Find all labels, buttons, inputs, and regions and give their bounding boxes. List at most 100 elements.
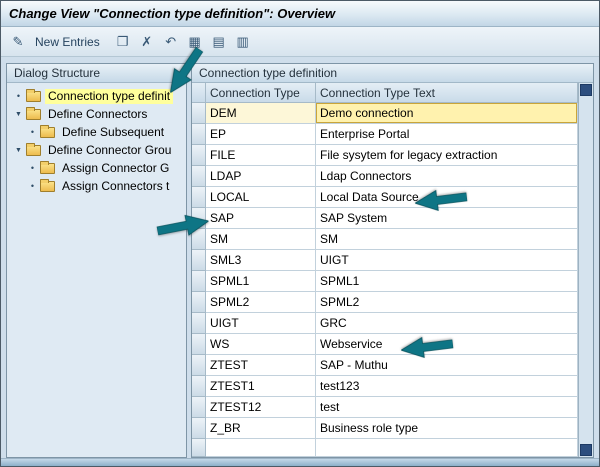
folder-icon: [26, 143, 41, 156]
dialog-structure-header: Dialog Structure: [7, 64, 186, 83]
column-header-connection-type-text[interactable]: Connection Type Text: [316, 83, 578, 103]
connection-type-text-cell[interactable]: SAP System: [316, 208, 578, 229]
connection-type-cell[interactable]: SPML1: [206, 271, 316, 292]
toolbar-icon-group: ❐ ✗ ↶ ▦ ▤ ▥: [112, 32, 254, 52]
tree-item[interactable]: ▼ Define Connector Grou: [8, 141, 185, 159]
window-title: Change View "Connection type definition"…: [9, 6, 336, 21]
connection-type-text-cell[interactable]: Webservice: [316, 334, 578, 355]
table-row: LOCAL Local Data Source: [192, 187, 578, 208]
connection-type-text-cell[interactable]: Business role type: [316, 418, 578, 439]
tree-item[interactable]: • Assign Connector G: [8, 159, 185, 177]
connection-type-text-cell[interactable]: Demo connection: [316, 103, 578, 124]
copy-as-icon[interactable]: ❐: [112, 32, 134, 52]
connection-type-text-cell[interactable]: SAP - Muthu: [316, 355, 578, 376]
folder-icon: [40, 125, 55, 138]
connection-type-cell[interactable]: LDAP: [206, 166, 316, 187]
bullet-icon: •: [30, 181, 35, 191]
vertical-scrollbar[interactable]: [578, 83, 593, 457]
row-selector[interactable]: [192, 439, 206, 457]
row-selector[interactable]: [192, 208, 206, 229]
connection-type-text-cell[interactable]: File sysytem for legacy extraction: [316, 145, 578, 166]
expand-icon[interactable]: ▼: [12, 147, 25, 154]
connection-type-text-cell[interactable]: test: [316, 397, 578, 418]
row-selector[interactable]: [192, 250, 206, 271]
expand-icon[interactable]: ▼: [12, 111, 25, 118]
empty-text-cell: [316, 439, 578, 457]
table-row: ZTEST12 test: [192, 397, 578, 418]
table-row: EP Enterprise Portal: [192, 124, 578, 145]
row-selector[interactable]: [192, 124, 206, 145]
table-row: DEM Demo connection: [192, 103, 578, 124]
bullet-icon: •: [30, 127, 35, 137]
deselect-all-icon[interactable]: ▥: [232, 32, 254, 52]
delete-icon[interactable]: ✗: [136, 32, 158, 52]
row-selector[interactable]: [192, 145, 206, 166]
connection-type-cell[interactable]: ZTEST: [206, 355, 316, 376]
tree-item[interactable]: ▼ Define Connectors: [8, 105, 185, 123]
connection-type-text-cell[interactable]: SM: [316, 229, 578, 250]
connection-type-cell[interactable]: SML3: [206, 250, 316, 271]
new-entries-button[interactable]: New Entries: [33, 35, 108, 49]
connection-type-cell[interactable]: ZTEST12: [206, 397, 316, 418]
connection-type-text-cell[interactable]: Ldap Connectors: [316, 166, 578, 187]
row-selector[interactable]: [192, 166, 206, 187]
connection-type-text-cell[interactable]: SPML1: [316, 271, 578, 292]
connection-type-cell[interactable]: SM: [206, 229, 316, 250]
table-row: SPML1 SPML1: [192, 271, 578, 292]
connection-type-cell[interactable]: DEM: [206, 103, 316, 124]
connection-type-cell[interactable]: ZTEST1: [206, 376, 316, 397]
connection-type-text-cell[interactable]: Local Data Source: [316, 187, 578, 208]
row-selector[interactable]: [192, 418, 206, 439]
table-row: SPML2 SPML2: [192, 292, 578, 313]
window-title-bar: Change View "Connection type definition"…: [1, 1, 599, 27]
tree-item[interactable]: • Define Subsequent: [8, 123, 185, 141]
change-display-icon[interactable]: ✎: [7, 32, 29, 52]
row-selector[interactable]: [192, 313, 206, 334]
connection-type-cell[interactable]: LOCAL: [206, 187, 316, 208]
table-row: LDAP Ldap Connectors: [192, 166, 578, 187]
bullet-icon: •: [16, 91, 21, 101]
table-row: WS Webservice: [192, 334, 578, 355]
row-selector[interactable]: [192, 376, 206, 397]
row-selector[interactable]: [192, 229, 206, 250]
connection-type-cell[interactable]: SAP: [206, 208, 316, 229]
connection-type-text-cell[interactable]: Enterprise Portal: [316, 124, 578, 145]
connection-type-cell[interactable]: Z_BR: [206, 418, 316, 439]
folder-icon: [40, 179, 55, 192]
connection-type-cell[interactable]: WS: [206, 334, 316, 355]
row-selector[interactable]: [192, 397, 206, 418]
bullet-icon: •: [30, 163, 35, 173]
connection-table: Connection Type Connection Type Text DEM…: [192, 83, 593, 457]
row-selector[interactable]: [192, 355, 206, 376]
column-header-connection-type[interactable]: Connection Type: [206, 83, 316, 103]
table-row: ZTEST SAP - Muthu: [192, 355, 578, 376]
tree-item[interactable]: • Assign Connectors t: [8, 177, 185, 195]
dialog-structure-tree: • Connection type definit ▼ Define Connecto…: [7, 83, 186, 199]
undo-icon[interactable]: ↶: [160, 32, 182, 52]
row-selector[interactable]: [192, 271, 206, 292]
row-selector[interactable]: [192, 103, 206, 124]
connection-type-text-cell[interactable]: SPML2: [316, 292, 578, 313]
folder-icon: [26, 89, 41, 102]
table-row: UIGT GRC: [192, 313, 578, 334]
scrollbar-top-button[interactable]: [580, 84, 592, 96]
connection-type-text-cell[interactable]: UIGT: [316, 250, 578, 271]
empty-row: [192, 439, 578, 457]
connection-type-cell[interactable]: EP: [206, 124, 316, 145]
connection-type-cell[interactable]: SPML2: [206, 292, 316, 313]
tree-item[interactable]: • Connection type definit: [8, 87, 185, 105]
connection-type-text-cell[interactable]: test123: [316, 376, 578, 397]
connection-type-text-cell[interactable]: GRC: [316, 313, 578, 334]
select-block-icon[interactable]: ▤: [208, 32, 230, 52]
scrollbar-bottom-button[interactable]: [580, 444, 592, 456]
row-selector[interactable]: [192, 187, 206, 208]
connection-type-cell[interactable]: FILE: [206, 145, 316, 166]
row-selector[interactable]: [192, 292, 206, 313]
connection-type-cell[interactable]: UIGT: [206, 313, 316, 334]
row-selector[interactable]: [192, 334, 206, 355]
table-row: Z_BR Business role type: [192, 418, 578, 439]
select-all-corner[interactable]: [192, 83, 206, 103]
table-row: ZTEST1 test123: [192, 376, 578, 397]
table-row: SAP SAP System: [192, 208, 578, 229]
select-all-icon[interactable]: ▦: [184, 32, 206, 52]
